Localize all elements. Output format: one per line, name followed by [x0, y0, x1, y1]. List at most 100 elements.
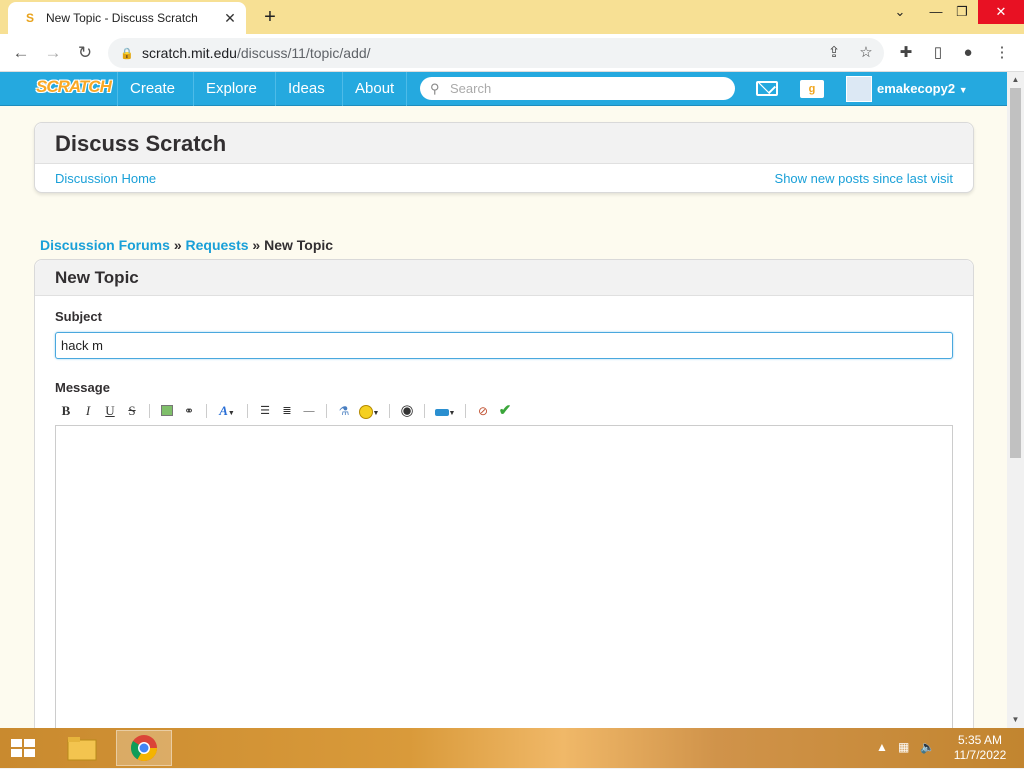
menu-icon[interactable]: ⋮ [992, 43, 1012, 63]
browser-toolbar: ← → ↻ 🔒 scratch.mit.edu/discuss/11/topic… [0, 34, 1024, 72]
toolbar-divider [326, 404, 327, 418]
discussion-home-link[interactable]: Discussion Home [55, 171, 156, 186]
breadcrumb: Discussion Forums » Requests » New Topic [40, 237, 333, 253]
message-textarea[interactable] [55, 425, 953, 728]
remove-format-icon[interactable]: ⊘ [472, 402, 494, 420]
scratch-favicon-icon: S [25, 11, 34, 25]
code-block-button[interactable]: ▼ [431, 402, 459, 420]
clock-date: 11/7/2022 [953, 748, 1007, 762]
toolbar-divider [149, 404, 150, 418]
folder-icon [67, 737, 97, 761]
messages-icon[interactable] [756, 81, 778, 96]
profile-icon[interactable]: ● [958, 43, 978, 63]
username: emakecopy2 [877, 81, 956, 96]
page-scrollbar[interactable]: ▲ ▼ [1007, 72, 1024, 728]
share-icon[interactable]: ⇪ [824, 43, 844, 63]
clock-time: 5:35 AM [957, 733, 1003, 747]
toolbar-divider [389, 404, 390, 418]
subject-input[interactable] [55, 332, 953, 359]
address-bar[interactable]: 🔒 scratch.mit.edu/discuss/11/topic/add/ [108, 38, 884, 68]
search-icon: ⚲ [430, 80, 440, 96]
tab-search-chevron-icon[interactable]: ⌄ [884, 0, 916, 24]
extensions-icon[interactable]: ✚ [896, 43, 916, 63]
breadcrumb-forums[interactable]: Discussion Forums [40, 237, 170, 253]
volume-icon[interactable]: 🔈 [920, 740, 935, 754]
restore-button[interactable]: ❐ [946, 0, 978, 24]
avatar[interactable] [846, 76, 872, 102]
caret-down-icon: ▼ [958, 85, 968, 95]
my-stuff-icon[interactable]: g [800, 80, 824, 98]
emoji-button[interactable]: ▼ [355, 402, 383, 420]
toolbar-divider [247, 404, 248, 418]
side-panel-icon[interactable]: ▯ [928, 43, 948, 63]
windows-logo-icon [11, 739, 35, 757]
system-clock[interactable]: 5:35 AM 11/7/2022 [950, 733, 1010, 763]
forward-button[interactable]: → [40, 40, 66, 66]
tab-title: New Topic - Discuss Scratch [46, 11, 198, 25]
scratchblocks-icon[interactable]: ⚗ [333, 402, 355, 420]
search-box[interactable]: ⚲ [420, 77, 735, 100]
globe-icon[interactable]: ◉ [396, 402, 418, 420]
new-topic-box: New Topic Subject Message B I U S ⚭ A▼ ☰… [34, 259, 974, 728]
url-path: /discuss/11/topic/add/ [236, 45, 371, 61]
new-posts-link[interactable]: Show new posts since last visit [775, 171, 953, 186]
nav-ideas[interactable]: Ideas [275, 72, 337, 106]
nav-explore[interactable]: Explore [193, 72, 269, 106]
font-color-label: A [219, 403, 228, 418]
chrome-icon [130, 735, 158, 762]
windows-start-button[interactable] [8, 734, 38, 762]
close-window-button[interactable]: ✕ [978, 0, 1024, 24]
breadcrumb-sep: » [252, 237, 261, 253]
page-content: Discuss Scratch Discussion Home Show new… [0, 106, 1007, 728]
numbered-list-icon[interactable]: ≣ [276, 402, 298, 420]
scratch-logo[interactable]: SCRATCH [36, 77, 112, 97]
lock-icon: 🔒 [120, 48, 134, 60]
scroll-down-icon[interactable]: ▼ [1007, 712, 1024, 728]
breadcrumb-sep: » [173, 237, 182, 253]
new-topic-heading: New Topic [35, 260, 973, 296]
italic-button[interactable]: I [77, 402, 99, 420]
username-menu[interactable]: emakecopy2 ▼ [877, 72, 968, 106]
bullet-list-icon[interactable]: ☰ [254, 402, 276, 420]
toolbar-divider [206, 404, 207, 418]
toolbar-divider [465, 404, 466, 418]
breadcrumb-requests[interactable]: Requests [186, 237, 249, 253]
file-explorer-button[interactable] [56, 730, 108, 766]
nav-about[interactable]: About [342, 72, 408, 106]
search-input[interactable] [450, 81, 720, 96]
browser-tab[interactable]: S New Topic - Discuss Scratch ✕ [8, 2, 246, 34]
scroll-up-icon[interactable]: ▲ [1007, 72, 1024, 88]
editor-toolbar: B I U S ⚭ A▼ ☰ ≣ — ⚗ ▼ ◉ ▼ ⊘ ✔ [55, 402, 516, 420]
windows-taskbar: ▲ ▦ 🔈 5:35 AM 11/7/2022 [0, 728, 1024, 768]
checkmark-icon[interactable]: ✔ [494, 402, 516, 420]
tray-expand-icon[interactable]: ▲ [876, 740, 888, 754]
discuss-header-box: Discuss Scratch Discussion Home Show new… [34, 122, 974, 193]
smiley-icon [358, 405, 373, 420]
url-host: scratch.mit.edu [142, 45, 237, 61]
close-tab-icon[interactable]: ✕ [220, 10, 240, 27]
network-icon[interactable]: ▦ [898, 740, 909, 754]
image-icon[interactable] [156, 402, 178, 420]
back-button[interactable]: ← [8, 40, 34, 66]
scrollbar-thumb[interactable] [1010, 88, 1021, 458]
dropdown-caret-icon: ▼ [227, 409, 235, 417]
code-block-icon [434, 408, 449, 416]
link-icon[interactable]: ⚭ [178, 402, 200, 420]
dropdown-caret-icon: ▼ [372, 409, 380, 417]
underline-button[interactable]: U [99, 402, 121, 420]
horizontal-rule-icon[interactable]: — [298, 402, 320, 420]
browser-tab-bar: S New Topic - Discuss Scratch ✕ + ⌄ — ❐ … [0, 0, 1024, 34]
message-label: Message [55, 380, 110, 395]
nav-create[interactable]: Create [117, 72, 187, 106]
chrome-taskbar-button[interactable] [116, 730, 172, 766]
toolbar-divider [424, 404, 425, 418]
bold-button[interactable]: B [55, 402, 77, 420]
reload-button[interactable]: ↻ [72, 40, 98, 66]
scratch-navbar: SCRATCH Create Explore Ideas About ⚲ g e… [0, 72, 1007, 106]
font-color-button[interactable]: A▼ [213, 402, 241, 420]
breadcrumb-current: New Topic [264, 237, 334, 253]
strike-button[interactable]: S [121, 402, 143, 420]
discuss-title: Discuss Scratch [35, 123, 973, 164]
new-tab-button[interactable]: + [258, 6, 282, 28]
bookmark-star-icon[interactable]: ☆ [856, 43, 876, 63]
